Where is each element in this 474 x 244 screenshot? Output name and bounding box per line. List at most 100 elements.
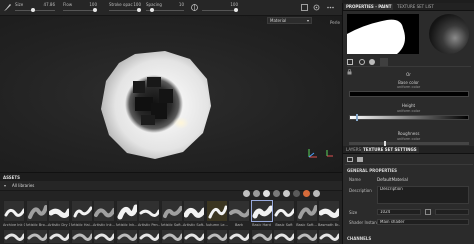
size-track[interactable]	[15, 10, 55, 11]
asset-thumbnail[interactable]	[295, 229, 318, 244]
brush-stroke-icon	[49, 233, 69, 241]
flow-track[interactable]	[63, 10, 97, 11]
asset-thumbnail[interactable]	[228, 229, 250, 244]
flow-knob[interactable]	[93, 8, 97, 12]
asset-thumbnail[interactable]	[48, 200, 70, 222]
asset-thumbnail[interactable]	[228, 200, 250, 222]
asset-thumbnail[interactable]	[250, 229, 273, 244]
spacing-slider[interactable]: Spacing 10	[146, 2, 184, 14]
height-knob[interactable]	[355, 114, 358, 121]
base-color-swatch[interactable]	[349, 91, 469, 97]
tool-properties-bar: Size 47.86 Flow 100 Stroke opac 100 Spac…	[0, 0, 342, 16]
asset-filter-icon[interactable]	[253, 190, 260, 197]
asset-thumbnail[interactable]	[273, 229, 295, 244]
size-lock-icon[interactable]	[425, 209, 431, 215]
height-subtitle: uniform color	[396, 109, 421, 113]
flow-label: Flow	[63, 2, 73, 7]
brush-stroke-icon	[117, 233, 137, 241]
size-slider[interactable]: Size 47.86	[15, 2, 55, 14]
asset-thumbnail[interactable]	[115, 229, 138, 244]
asset-filter-icon[interactable]	[273, 190, 280, 197]
asset-thumbnail[interactable]	[115, 200, 138, 222]
asset-thumbnail[interactable]	[70, 200, 93, 222]
flow-value[interactable]: 100	[89, 2, 97, 7]
stroke-opacity-value[interactable]: 100	[133, 2, 141, 7]
extra-track[interactable]	[202, 10, 238, 11]
texture-set-icon[interactable]	[347, 157, 353, 162]
axis-gizmo-icon[interactable]	[305, 146, 319, 160]
axis-x-gizmo-icon[interactable]	[325, 148, 335, 158]
asset-filter-icon[interactable]	[263, 190, 270, 197]
asset-filter-icon[interactable]	[243, 190, 250, 197]
brush-icon[interactable]	[3, 3, 12, 12]
eyeball-mesh[interactable]	[95, 51, 225, 161]
tab-properties-paint[interactable]: PROPERTIES - PAINT	[344, 4, 394, 10]
material-mode-icons	[347, 58, 471, 67]
asset-thumbnail[interactable]	[183, 200, 205, 222]
asset-thumbnail[interactable]	[3, 200, 25, 222]
asset-thumbnail[interactable]	[93, 200, 115, 222]
asset-thumbnail[interactable]	[93, 229, 115, 244]
asset-thumbnail[interactable]	[25, 229, 48, 244]
tab-texture-set-list[interactable]: TEXTURE SET LIST	[395, 4, 436, 10]
asset-filter-icon[interactable]	[313, 190, 320, 197]
brush-stroke-icon	[94, 233, 114, 241]
flow-slider[interactable]: Flow 100	[63, 2, 97, 14]
general-properties-heading: GENERAL PROPERTIES	[347, 168, 398, 173]
size-value[interactable]: 47.86	[44, 2, 55, 7]
asset-thumbnail[interactable]	[48, 229, 70, 244]
brush-mode-icon[interactable]	[347, 59, 353, 65]
asset-thumbnail[interactable]	[318, 229, 340, 244]
more-icon[interactable]	[326, 3, 335, 12]
stencil-mode-icon[interactable]	[380, 58, 388, 66]
asset-thumbnail[interactable]	[273, 200, 295, 222]
spacing-knob[interactable]	[150, 8, 155, 12]
chevron-down-icon[interactable]: ▾	[4, 183, 6, 188]
roughness-slider[interactable]	[349, 141, 469, 146]
brush-stroke-icon	[4, 208, 24, 217]
asset-filter-icon[interactable]	[283, 190, 290, 197]
size-dropdown[interactable]: 1024	[377, 209, 421, 215]
material-mode-icon[interactable]	[359, 59, 365, 65]
asset-thumbnail[interactable]	[205, 200, 228, 222]
lazy-mouse-icon[interactable]	[300, 3, 309, 12]
uv-icon[interactable]	[357, 157, 363, 162]
asset-thumbnail[interactable]	[70, 229, 93, 244]
asset-thumbnail[interactable]	[318, 200, 340, 222]
stroke-opacity-knob[interactable]	[137, 8, 141, 12]
brush-stroke-icon	[208, 205, 227, 219]
tab-texture-set-settings[interactable]: TEXTURE SET SETTINGS	[361, 147, 419, 153]
asset-label: Artistic Dry 1	[48, 223, 70, 227]
name-value[interactable]: DefaultMaterial	[377, 177, 408, 182]
extra-slider[interactable]: 100	[202, 2, 238, 14]
settings-icon[interactable]	[312, 3, 321, 12]
asset-thumbnail[interactable]	[138, 200, 160, 222]
extra-value[interactable]: 100	[230, 2, 238, 7]
viewport-mode-dropdown[interactable]: Material ▾	[267, 17, 312, 24]
size-secondary-dropdown[interactable]	[435, 209, 469, 215]
asset-filter-icon[interactable]	[293, 190, 300, 197]
asset-filter-icon[interactable]	[303, 190, 310, 197]
height-slider[interactable]	[349, 114, 469, 121]
material-preview-sphere[interactable]	[429, 14, 469, 54]
spacing-value[interactable]: 10	[179, 2, 184, 7]
3d-viewport[interactable]: Material ▾ Perle	[0, 16, 342, 172]
asset-thumbnail[interactable]	[295, 200, 318, 222]
asset-thumbnail[interactable]	[3, 229, 25, 244]
asset-thumbnail[interactable]	[138, 229, 160, 244]
extra-knob[interactable]	[234, 8, 238, 12]
brush-alpha-preview[interactable]	[347, 14, 419, 54]
asset-thumbnail[interactable]	[160, 200, 183, 222]
stroke-opacity-slider[interactable]: Stroke opac 100	[109, 2, 141, 14]
symmetry-icon[interactable]	[190, 3, 199, 12]
size-knob[interactable]	[31, 8, 36, 12]
asset-thumbnail[interactable]	[160, 229, 183, 244]
asset-thumbnail[interactable]	[205, 229, 228, 244]
asset-thumbnail[interactable]	[250, 200, 273, 222]
asset-thumbnail[interactable]	[183, 229, 205, 244]
shader-instance-dropdown[interactable]: Main shader	[377, 219, 469, 225]
description-input[interactable]: Description	[377, 186, 469, 204]
sphere-mode-icon[interactable]	[369, 59, 375, 65]
library-selector[interactable]: All libraries	[12, 183, 34, 188]
asset-thumbnail[interactable]	[25, 200, 48, 222]
